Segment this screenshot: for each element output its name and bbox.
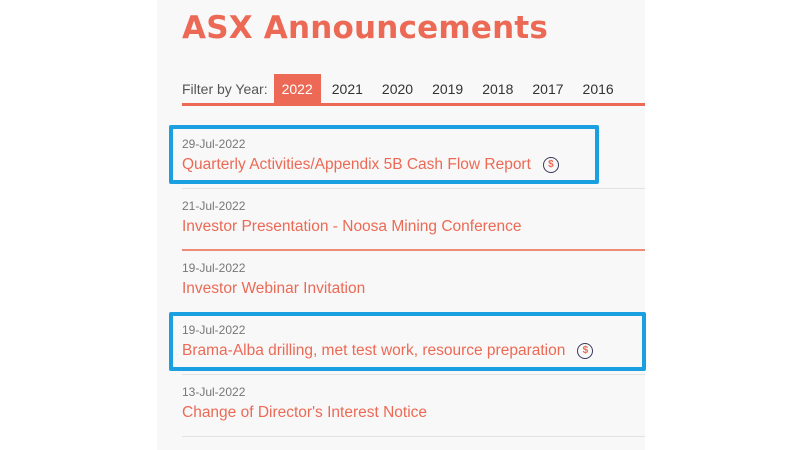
announcement-date: 21-Jul-2022 (182, 199, 246, 213)
announcement-title: Quarterly Activities/Appendix 5B Cash Fl… (182, 156, 531, 173)
filter-label: Filter by Year: (182, 81, 268, 97)
announcement-title: Investor Webinar Invitation (182, 280, 366, 297)
dollar-circle-icon: $ (542, 157, 559, 173)
announcement-date: 13-Jul-2022 (182, 385, 246, 399)
year-filter-bar: Filter by Year: 2022 2021 2020 2019 2018… (182, 74, 645, 104)
announcement-item: 29-Jul-2022 Quarterly Activities/Appendi… (182, 127, 645, 189)
year-tab-2017[interactable]: 2017 (524, 74, 571, 104)
announcement-title: Change of Director's Interest Notice (182, 404, 428, 421)
announcement-link[interactable]: Brama-Alba drilling, met test work, reso… (182, 342, 594, 360)
page-title: ASX Announcements (182, 10, 549, 46)
announcement-title: Investor Presentation - Noosa Mining Con… (182, 218, 522, 235)
dollar-circle-icon: $ (577, 343, 594, 359)
announcement-item: 21-Jul-2022 Investor Presentation - Noos… (182, 189, 645, 251)
announcement-link[interactable]: Investor Presentation - Noosa Mining Con… (182, 218, 521, 236)
announcement-date: 19-Jul-2022 (182, 261, 246, 275)
year-tab-2016[interactable]: 2016 (575, 74, 622, 104)
year-tab-2021[interactable]: 2021 (324, 74, 371, 104)
year-tab-2019[interactable]: 2019 (424, 74, 471, 104)
filter-underline (182, 103, 645, 106)
announcement-item: 19-Jul-2022 Investor Webinar Invitation (182, 251, 645, 313)
announcement-date: 19-Jul-2022 (182, 323, 246, 337)
announcement-link[interactable]: Investor Webinar Invitation (182, 280, 365, 298)
announcement-date: 29-Jul-2022 (182, 137, 246, 151)
announcement-item: 19-Jul-2022 Brama-Alba drilling, met tes… (182, 313, 645, 375)
announcement-link[interactable]: Change of Director's Interest Notice (182, 404, 427, 422)
divider (182, 436, 645, 437)
announcement-link[interactable]: Quarterly Activities/Appendix 5B Cash Fl… (182, 156, 559, 174)
year-tab-2018[interactable]: 2018 (474, 74, 521, 104)
year-tab-2022[interactable]: 2022 (273, 74, 321, 104)
announcement-item: 13-Jul-2022 Change of Director's Interes… (182, 375, 645, 437)
announcement-title: Brama-Alba drilling, met test work, reso… (182, 342, 566, 359)
year-tab-2020[interactable]: 2020 (374, 74, 421, 104)
